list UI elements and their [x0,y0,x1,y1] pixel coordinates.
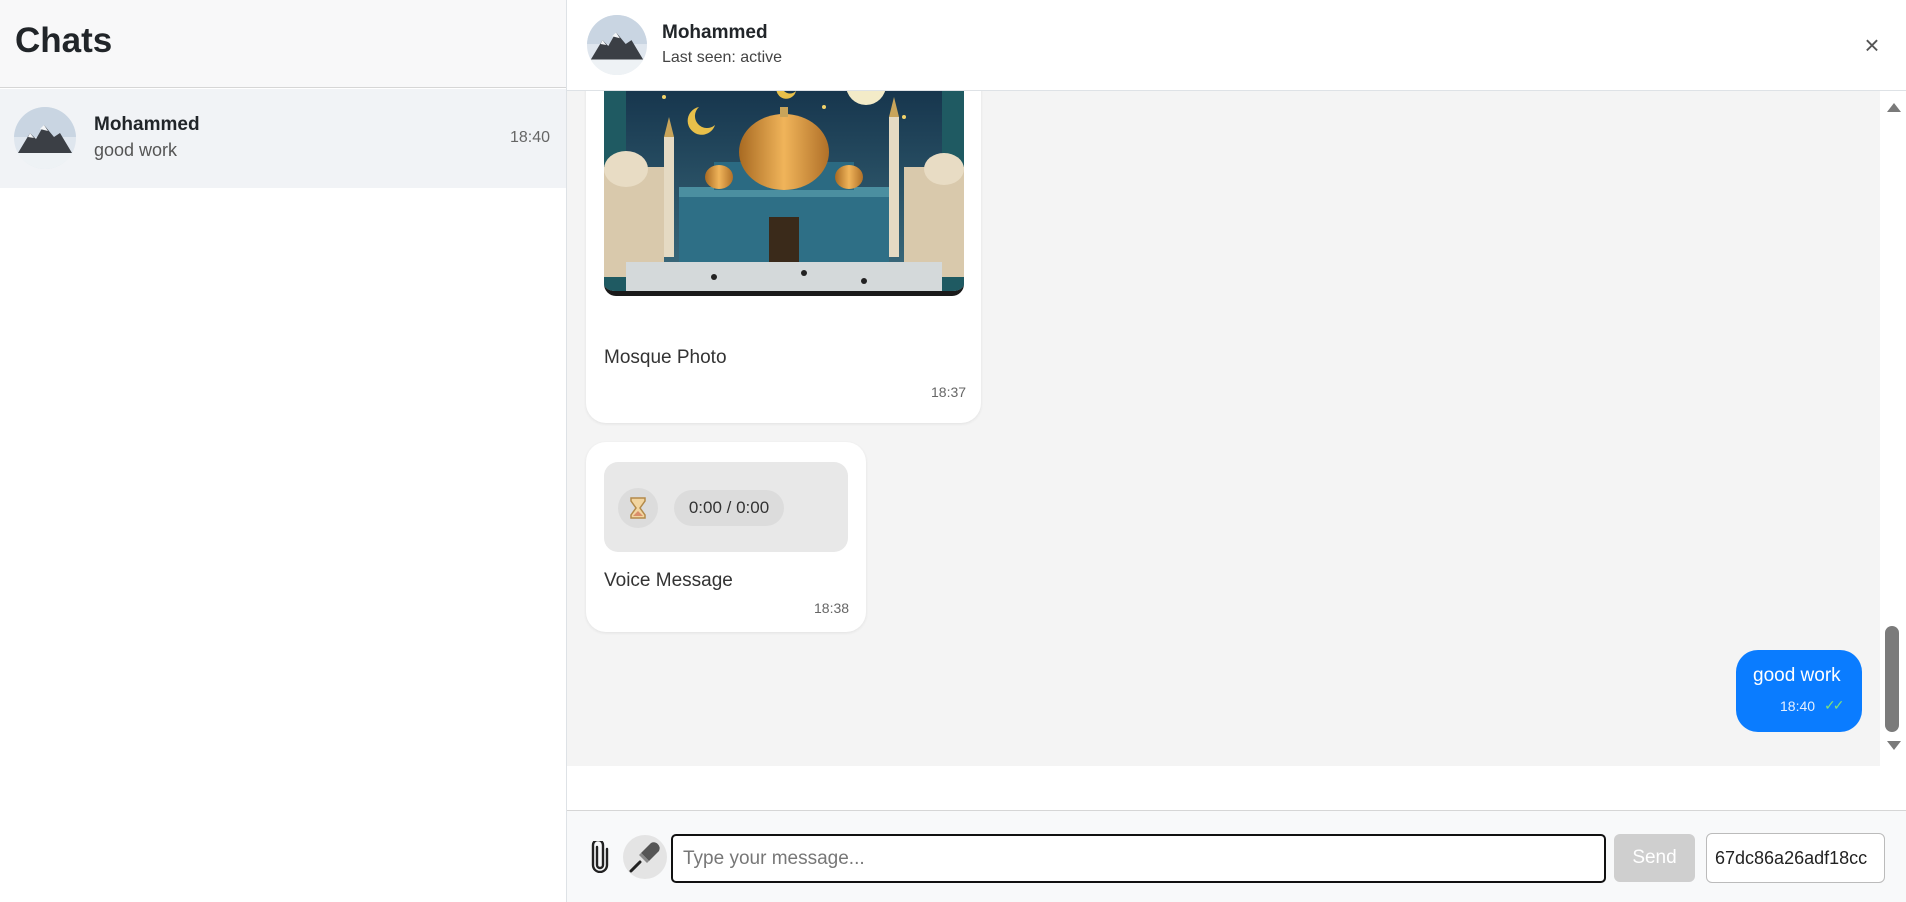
contact-name: Mohammed [662,22,768,43]
message-time: 18:38 [814,600,850,616]
message-list: Mosque Photo 18:37 0:00 / 0:00 Voice Mes… [567,91,1880,766]
sidebar-header: Chats [0,0,566,88]
sidebar-title: Chats [15,21,113,60]
contact-status: Last seen: active [662,49,783,66]
chat-app: Chats Mohammed good work 18:40 Mohammed … [0,0,1906,902]
read-check-icon: ✓✓ [1824,697,1845,713]
scroll-up-arrow[interactable] [1887,103,1901,112]
voice-caption: Voice Message [604,570,733,591]
chat-item-name: Mohammed [94,114,200,135]
message-time: 18:37 [931,384,967,400]
image-caption: Mosque Photo [604,347,727,368]
message-image[interactable] [604,91,964,296]
message-text: good work [1753,665,1841,686]
scroll-thumb[interactable] [1885,626,1899,732]
hourglass-icon[interactable] [618,488,658,528]
chat-item-time: 18:40 [510,129,551,146]
close-icon[interactable]: × [1857,30,1887,60]
microphone-icon[interactable] [623,835,667,879]
audio-player[interactable]: 0:00 / 0:00 [604,462,848,552]
avatar [587,15,647,75]
chat-item-preview: good work [94,140,178,160]
chat-panel: Mohammed Last seen: active × Mosque Phot… [567,0,1906,902]
send-button[interactable]: Send [1614,834,1695,882]
outgoing-message: good work 18:40 ✓✓ [1736,650,1862,732]
chat-header: Mohammed Last seen: active × [567,0,1906,91]
message-scrollbar[interactable] [1880,91,1906,766]
audio-time: 0:00 / 0:00 [674,490,784,526]
sidebar: Chats Mohammed good work 18:40 [0,0,567,902]
message-time: 18:40 [1780,698,1816,714]
message-composer: Send [567,810,1906,902]
avatar [14,107,76,169]
message-input[interactable] [671,834,1606,883]
paperclip-icon[interactable] [591,838,609,874]
receiver-id-field[interactable] [1706,833,1885,883]
chat-list-item[interactable] [0,89,566,188]
incoming-image-message: Mosque Photo 18:37 [586,91,981,423]
scroll-down-arrow[interactable] [1887,741,1901,750]
incoming-voice-message: 0:00 / 0:00 Voice Message 18:38 [586,442,866,632]
